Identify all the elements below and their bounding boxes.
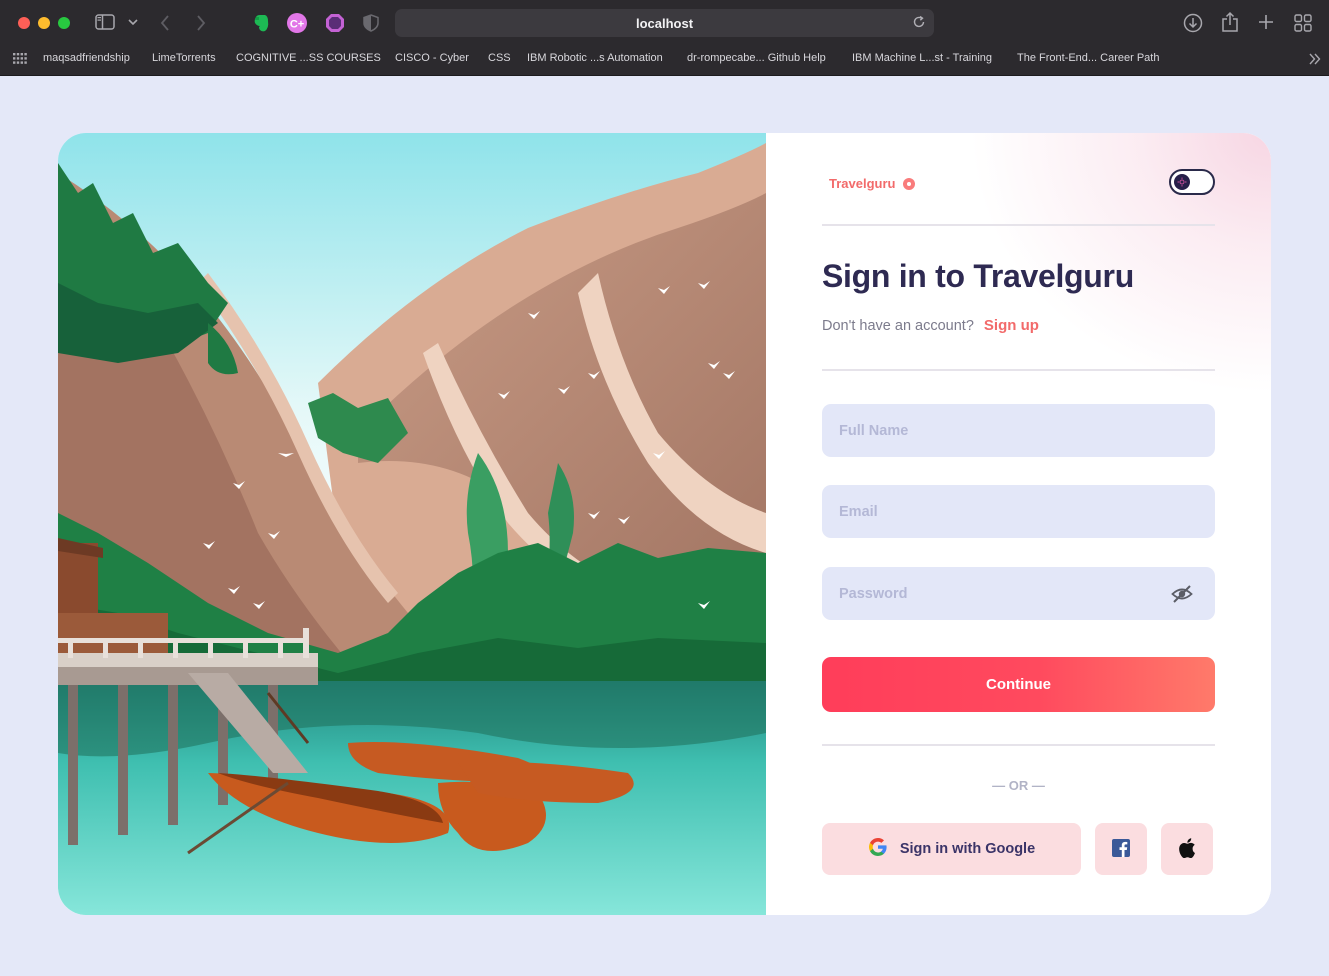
landscape-illustration: [58, 133, 766, 915]
minimize-window-button[interactable]: [38, 17, 50, 29]
evernote-icon[interactable]: [251, 13, 271, 33]
or-separator: — OR —: [992, 778, 1045, 793]
facebook-icon: [1111, 838, 1131, 861]
bookmark-link[interactable]: IBM Machine L...st - Training: [852, 52, 992, 64]
signup-prompt: Don't have an account? Sign up: [822, 317, 1039, 334]
signin-card: Travelguru Sign in to Travelguru Don't h…: [58, 133, 1271, 915]
chevron-double-right-icon[interactable]: [1309, 53, 1321, 65]
close-window-button[interactable]: [18, 17, 30, 29]
password-field[interactable]: [822, 567, 1215, 620]
full-name-input[interactable]: [822, 404, 1215, 457]
signin-panel: Travelguru Sign in to Travelguru Don't h…: [766, 133, 1271, 915]
bookmark-link[interactable]: The Front-End... Career Path: [1017, 52, 1159, 64]
bookmark-link[interactable]: IBM Robotic ...s Automation: [527, 52, 663, 64]
bookmark-link[interactable]: LimeTorrents: [152, 52, 216, 64]
header-divider: [822, 224, 1215, 226]
brand-logo[interactable]: Travelguru: [829, 176, 916, 191]
bookmark-link[interactable]: CISCO - Cyber: [395, 52, 469, 64]
back-arrow-icon[interactable]: [160, 15, 170, 31]
no-account-text: Don't have an account?: [822, 318, 974, 334]
google-signin-button[interactable]: Sign in with Google: [822, 823, 1081, 875]
svg-text:C+: C+: [290, 19, 304, 31]
apple-signin-button[interactable]: [1161, 823, 1213, 875]
apps-grid-icon[interactable]: [13, 53, 27, 64]
shield-icon[interactable]: [363, 14, 379, 32]
chevron-down-icon[interactable]: [128, 18, 138, 26]
address-bar-url: localhost: [635, 16, 694, 31]
email-input[interactable]: [822, 485, 1215, 538]
page-title: Sign in to Travelguru: [822, 258, 1134, 294]
bookmark-link[interactable]: maqsadfriendship: [43, 52, 130, 64]
forward-arrow-icon[interactable]: [196, 15, 206, 31]
password-input[interactable]: [822, 567, 1215, 620]
share-icon[interactable]: [1221, 11, 1239, 33]
or-divider: [822, 744, 1215, 746]
extension-icon[interactable]: [324, 12, 346, 34]
google-signin-label: Sign in with Google: [899, 841, 1036, 857]
continue-button[interactable]: Continue: [822, 657, 1215, 712]
email-field[interactable]: [822, 485, 1215, 538]
download-icon[interactable]: [1183, 13, 1203, 33]
new-tab-icon[interactable]: [1258, 14, 1274, 30]
signup-link[interactable]: Sign up: [984, 317, 1039, 334]
sidebar-toggle-icon[interactable]: [95, 14, 115, 30]
reload-icon[interactable]: [912, 15, 926, 34]
bookmark-link[interactable]: CSS: [488, 52, 511, 64]
browser-toolbar: C+ localhost: [0, 0, 1329, 46]
cpp-icon[interactable]: C+: [286, 12, 308, 34]
facebook-signin-button[interactable]: [1095, 823, 1147, 875]
bookmark-link[interactable]: dr-rompecabe... Github Help: [687, 52, 826, 64]
google-icon: [868, 837, 888, 861]
zoom-window-button[interactable]: [58, 17, 70, 29]
full-name-field[interactable]: [822, 404, 1215, 457]
browser-chrome: C+ localhost maqsadfriendship LimeTorren…: [0, 0, 1329, 76]
apple-icon: [1178, 837, 1196, 861]
bookmark-link[interactable]: COGNITIVE ...SS COURSES: [236, 52, 381, 64]
eye-slash-icon[interactable]: [1171, 584, 1193, 609]
bookmarks-bar: maqsadfriendship LimeTorrents COGNITIVE …: [0, 46, 1329, 71]
tab-overview-icon[interactable]: [1294, 14, 1312, 32]
brand-dot-icon: [903, 177, 916, 190]
address-bar[interactable]: localhost: [395, 9, 934, 37]
theme-toggle-icon: [1174, 174, 1190, 190]
title-divider: [822, 369, 1215, 371]
brand-name: Travelguru: [829, 176, 896, 191]
theme-toggle[interactable]: [1169, 169, 1215, 195]
